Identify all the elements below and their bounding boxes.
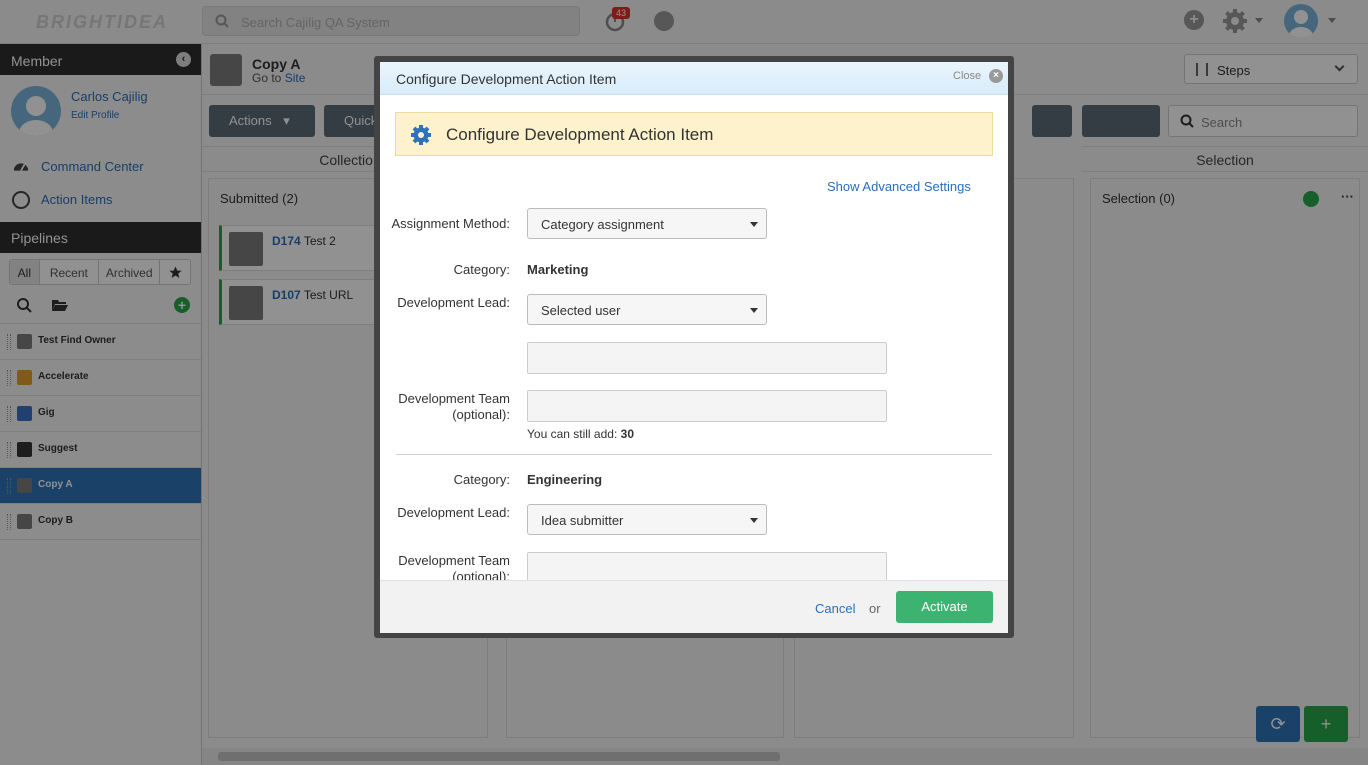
development-lead-user-input[interactable] (527, 342, 887, 374)
hint-prefix: You can still add: (527, 427, 618, 441)
development-team-label: Development Team (optional): (398, 391, 510, 422)
caret-down-icon (750, 518, 758, 523)
dialog-body: Configure Development Action Item Show A… (380, 95, 1008, 580)
category-label: Category: (453, 262, 510, 277)
assignment-method-label: Assignment Method: (391, 216, 510, 231)
development-team-input[interactable] (527, 390, 887, 422)
activate-button[interactable]: Activate (896, 591, 993, 623)
development-lead-value: Idea submitter (541, 513, 624, 528)
development-lead-select[interactable]: Selected user (527, 294, 767, 325)
hint-count: 30 (620, 427, 634, 441)
development-lead-label: Development Lead: (397, 505, 510, 520)
development-team-label: Development Team (optional): (398, 553, 510, 580)
show-advanced-settings-link[interactable]: Show Advanced Settings (827, 179, 971, 194)
assignment-method-select[interactable]: Category assignment (527, 208, 767, 239)
gear-icon (411, 125, 431, 145)
cancel-button[interactable]: Cancel (815, 601, 855, 616)
close-icon[interactable]: × (989, 69, 1003, 83)
dialog-title: Configure Development Action Item (396, 71, 617, 87)
dialog-banner: Configure Development Action Item (395, 112, 993, 156)
development-lead-value: Selected user (541, 303, 621, 318)
dialog-header: Configure Development Action Item Close … (380, 62, 1008, 95)
assignment-method-value: Category assignment (541, 217, 664, 232)
caret-down-icon (750, 308, 758, 313)
development-lead-select[interactable]: Idea submitter (527, 504, 767, 535)
close-link[interactable]: Close (953, 70, 981, 82)
or-separator: or (869, 601, 881, 616)
development-lead-label: Development Lead: (397, 295, 510, 310)
banner-title: Configure Development Action Item (446, 125, 714, 144)
dialog-footer: Cancel or Activate (380, 580, 1008, 633)
configure-dialog: Configure Development Action Item Close … (374, 56, 1014, 638)
development-team-input[interactable] (527, 552, 887, 580)
category-label: Category: (453, 472, 510, 487)
section-divider (396, 454, 992, 455)
category-name: Marketing (527, 262, 589, 277)
dialog-content: Configure Development Action Item Close … (380, 62, 1008, 633)
category-name: Engineering (527, 472, 603, 487)
remaining-count-hint: You can still add: 30 (527, 427, 634, 441)
caret-down-icon (750, 222, 758, 227)
